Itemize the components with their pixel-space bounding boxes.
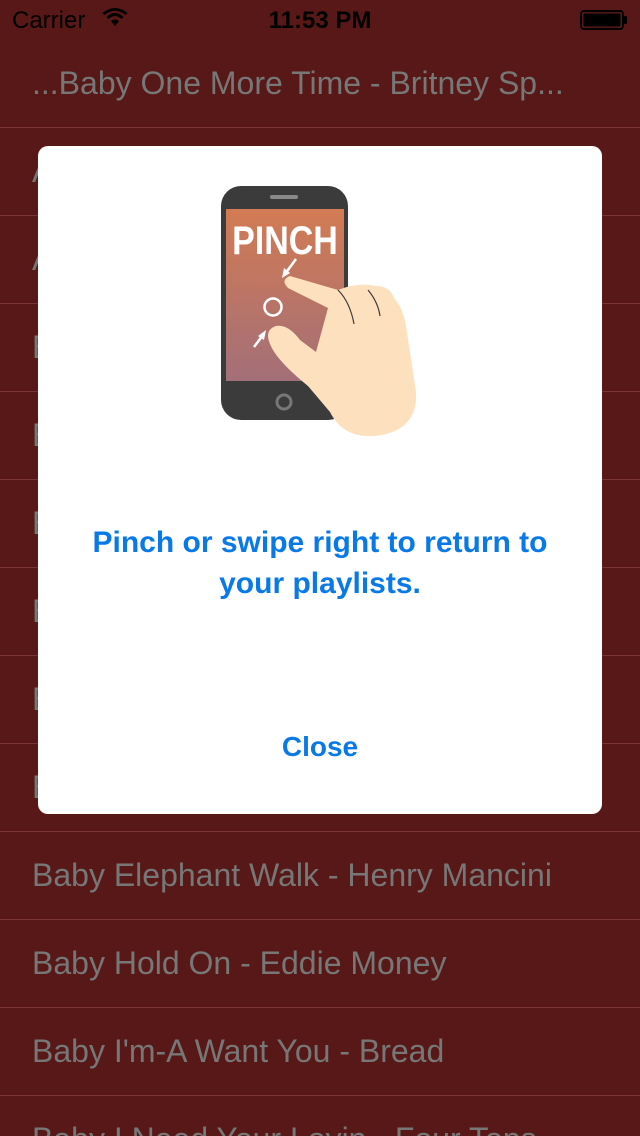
modal-message: Pinch or swipe right to return to your p… (92, 526, 548, 600)
pinch-illustration-text: PINCH (232, 217, 338, 262)
tutorial-modal: PINCH Pinch or swipe right to return to … (38, 146, 602, 814)
close-button[interactable]: Close (38, 720, 602, 774)
pinch-gesture-icon: PINCH (221, 186, 417, 437)
